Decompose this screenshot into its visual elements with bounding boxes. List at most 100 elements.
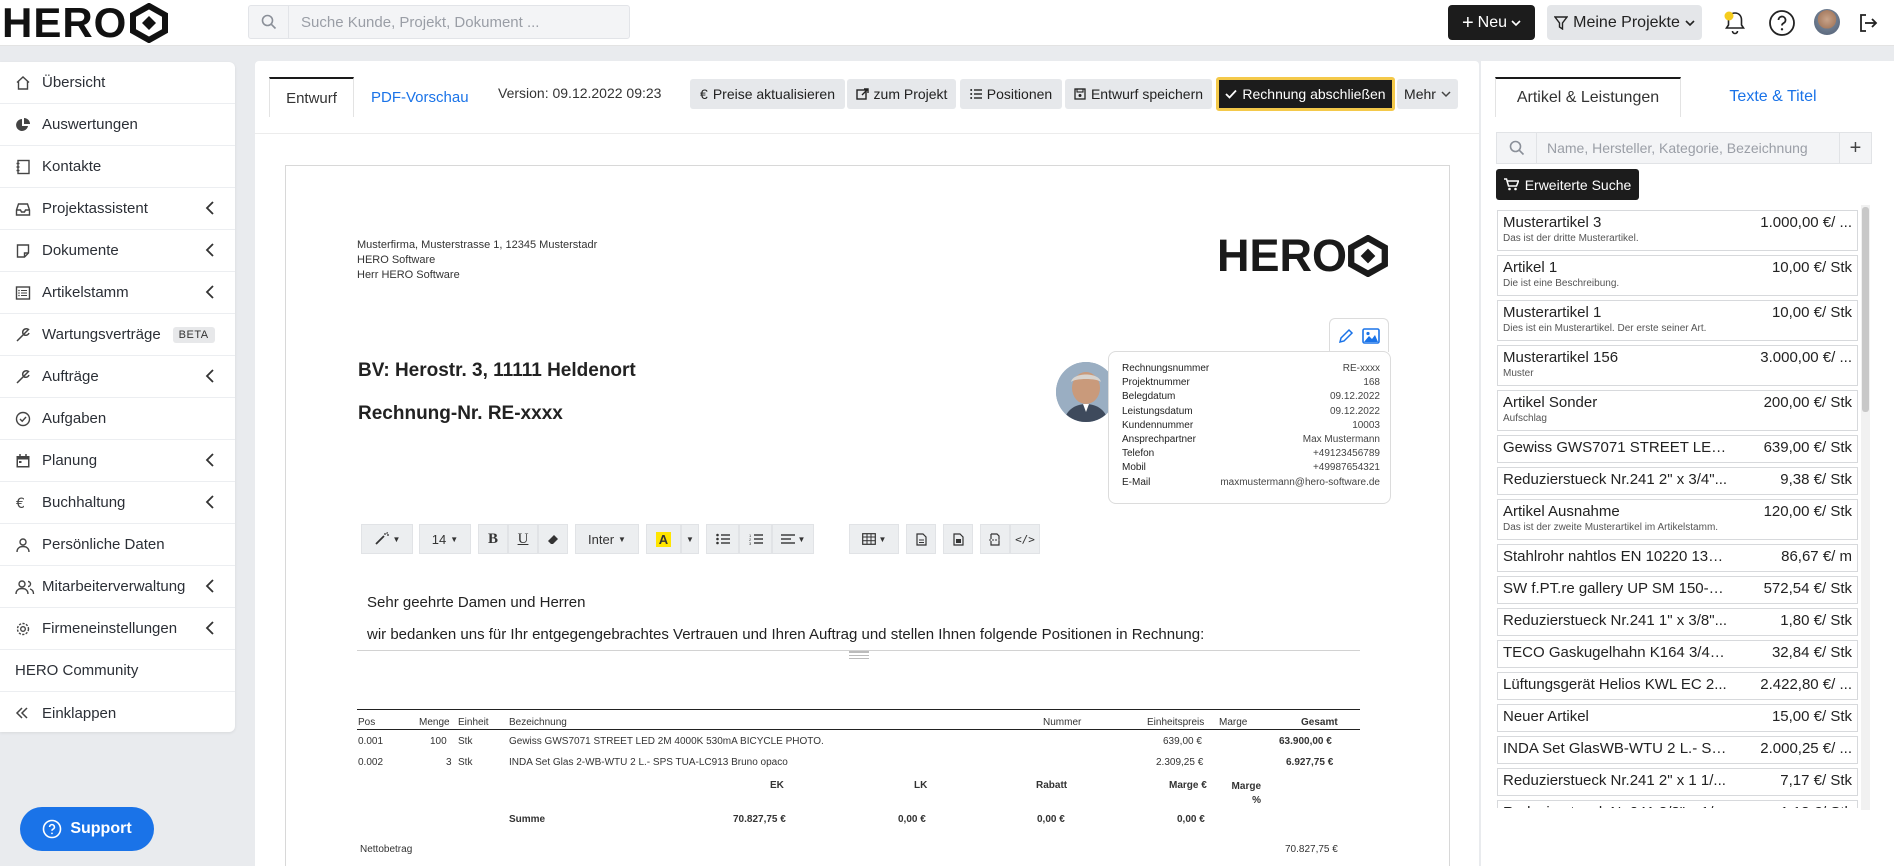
recipient-person: Herr HERO Software xyxy=(357,269,460,281)
double-chevron-left-icon xyxy=(15,706,37,720)
article-item[interactable]: Stahlrohr nahtlos EN 10220 139.... 86,67 … xyxy=(1497,544,1858,572)
help-icon[interactable] xyxy=(1767,8,1797,38)
font-size-select[interactable]: 14 ▼ xyxy=(419,524,471,554)
sidebar-item-wartungsverträge[interactable]: Wartungsverträge BETA xyxy=(0,314,235,356)
chevron-left-icon[interactable] xyxy=(205,579,215,597)
invoice-title[interactable]: Rechnung-Nr. RE-xxxx xyxy=(358,403,563,425)
article-row: Lüftungsgerät Helios KWL EC 2... 2.422,80… xyxy=(1503,676,1852,693)
eraser-button[interactable] xyxy=(538,524,568,554)
article-row: Reduzierstueck Nr.241 2" x 1 1/... 7,17 €… xyxy=(1503,772,1852,789)
global-search[interactable]: Suche Kunde, Projekt, Dokument ... xyxy=(248,5,630,39)
chevron-left-icon[interactable] xyxy=(205,243,215,261)
sidebar-item-dokumente[interactable]: Dokumente xyxy=(0,230,235,272)
sidebar-item-hero-community[interactable]: HERO Community xyxy=(0,650,235,692)
sidebar-item-kontakte[interactable]: Kontakte xyxy=(0,146,235,188)
page-break-button[interactable] xyxy=(980,524,1010,554)
sidebar-item-aufgaben[interactable]: Aufgaben xyxy=(0,398,235,440)
new-button-label: Neu xyxy=(1477,13,1508,31)
save-draft-button[interactable]: Entwurf speichern xyxy=(1065,79,1212,109)
article-item[interactable]: Musterartikel 156 3.000,00 €/ ... Muster xyxy=(1497,345,1858,386)
notifications-bell-icon[interactable] xyxy=(1720,8,1750,38)
scrollbar-thumb[interactable] xyxy=(1862,207,1869,412)
search-input[interactable]: Suche Kunde, Projekt, Dokument ... xyxy=(289,14,539,31)
finish-invoice-button[interactable]: Rechnung abschließen xyxy=(1216,77,1395,111)
article-item[interactable]: Musterartikel 1 10,00 €/ Stk Dies ist ein … xyxy=(1497,300,1858,341)
sidebar-item-übersicht[interactable]: Übersicht xyxy=(0,62,235,104)
hero-logo[interactable]: HERO xyxy=(2,0,169,46)
magic-style-button[interactable]: ▼ xyxy=(361,524,413,554)
underline-button[interactable]: U xyxy=(508,524,538,554)
code-icon: </> xyxy=(1015,532,1035,546)
sidebar-item-persönliche-daten[interactable]: Persönliche Daten xyxy=(0,524,235,566)
image-icon[interactable] xyxy=(1362,327,1380,344)
address-block[interactable]: Musterfirma, Musterstrasse 1, 12345 Must… xyxy=(357,238,597,283)
article-name: INDA Set GlasWB-WTU 2 L.- SP... xyxy=(1503,740,1728,757)
sidebar-item-artikelstamm[interactable]: Artikelstamm xyxy=(0,272,235,314)
info-row: Rechnungsnummer RE-xxxx xyxy=(1122,363,1380,377)
chevron-left-icon[interactable] xyxy=(205,621,215,639)
projects-filter-button[interactable]: Meine Projekte xyxy=(1547,5,1702,40)
more-button[interactable]: Mehr xyxy=(1397,79,1458,109)
article-description: Das ist der zweite Musterartikel im Arti… xyxy=(1503,522,1719,533)
insert-pdf-button[interactable] xyxy=(943,524,973,554)
sidebar-item-label: Artikelstamm xyxy=(42,284,129,301)
chevron-left-icon[interactable] xyxy=(205,285,215,303)
chevron-left-icon[interactable] xyxy=(205,369,215,387)
positions-button[interactable]: Positionen xyxy=(960,79,1062,109)
update-prices-button[interactable]: € Preise aktualisieren xyxy=(690,79,845,109)
insert-doc-button[interactable] xyxy=(906,524,936,554)
article-item[interactable]: TECO Gaskugelhahn K164 3/4" ... 32,84 €/ … xyxy=(1497,640,1858,668)
intro-text[interactable]: wir bedanken uns für Ihr entgegengebrach… xyxy=(367,626,1204,643)
new-button[interactable]: + Neu xyxy=(1448,5,1535,40)
chevron-left-icon[interactable] xyxy=(205,495,215,513)
sidebar-item-firmeneinstellungen[interactable]: Firmeneinstellungen xyxy=(0,608,235,650)
highlight-dropdown[interactable]: ▼ xyxy=(681,524,699,554)
chevron-left-icon[interactable] xyxy=(205,453,215,471)
align-select[interactable]: ▼ xyxy=(772,524,814,554)
user-avatar[interactable] xyxy=(1814,9,1840,35)
article-item[interactable]: Reduzierstueck Nr.241 2" x 1 1/... 7,17 €… xyxy=(1497,768,1858,796)
article-item[interactable]: Artikel 1 10,00 €/ Stk Die ist eine Beschr… xyxy=(1497,255,1858,296)
article-item[interactable]: Musterartikel 3 1.000,00 €/ ... Das ist de… xyxy=(1497,210,1858,251)
table-insert-select[interactable]: ▼ xyxy=(849,524,899,554)
row1-einheit: Stk xyxy=(458,736,473,747)
support-button[interactable]: Support xyxy=(20,807,154,851)
sidebar-item-mitarbeiterverwaltung[interactable]: Mitarbeiterverwaltung xyxy=(0,566,235,608)
tab-pdf-vorschau[interactable]: PDF-Vorschau xyxy=(371,77,469,117)
article-item[interactable]: SW f.PT.re gallery UP SM 150-8... 572,54 … xyxy=(1497,576,1858,604)
article-item[interactable]: Artikel Ausnahme 120,00 €/ Stk Das ist der… xyxy=(1497,499,1858,540)
sidebar-item-auswertungen[interactable]: Auswertungen xyxy=(0,104,235,146)
sidebar-item-buchhaltung[interactable]: € Buchhaltung xyxy=(0,482,235,524)
code-view-button[interactable]: </> xyxy=(1010,524,1040,554)
article-item[interactable]: Reduzierstueck Nr.241 1" x 3/8"... 1,80 €… xyxy=(1497,608,1858,636)
logout-icon[interactable] xyxy=(1853,8,1883,38)
table-icon xyxy=(861,533,876,545)
info-label: Leistungsdatum xyxy=(1122,405,1193,417)
bullet-list-button[interactable] xyxy=(706,524,739,554)
article-item[interactable]: Artikel Sonder 200,00 €/ Stk Aufschlag xyxy=(1497,390,1858,431)
ordered-list-button[interactable]: 123 xyxy=(739,524,772,554)
chevron-left-icon[interactable] xyxy=(205,201,215,219)
resize-handle[interactable] xyxy=(849,651,869,659)
invoice-info-box[interactable]: Rechnungsnummer RE-xxxx Projektnummer 168 Be… xyxy=(1108,351,1391,504)
sidebar-item-aufträge[interactable]: Aufträge xyxy=(0,356,235,398)
row1-gesamt: 63.900,00 € xyxy=(1279,736,1332,747)
article-item[interactable]: Reduzierstueck Nr.241 2" x 3/4"... 9,38 €… xyxy=(1497,467,1858,495)
article-list-scrollbar[interactable] xyxy=(1861,205,1870,810)
article-item[interactable]: Reduzierstueck Nr.241 3/8" x 1/... 1,13 €… xyxy=(1497,800,1858,808)
pencil-icon[interactable] xyxy=(1338,328,1354,344)
sidebar-item-projektassistent[interactable]: Projektassistent xyxy=(0,188,235,230)
tab-entwurf[interactable]: Entwurf xyxy=(269,77,354,117)
to-project-button[interactable]: zum Projekt xyxy=(847,79,956,109)
article-item[interactable]: INDA Set GlasWB-WTU 2 L.- SP... 2.000,25 … xyxy=(1497,736,1858,764)
greeting-text[interactable]: Sehr geehrte Damen und Herren xyxy=(367,594,585,611)
bv-heading[interactable]: BV: Herostr. 3, 11111 Heldenort xyxy=(358,360,636,382)
highlight-button[interactable]: A xyxy=(646,524,681,554)
bold-button[interactable]: B xyxy=(478,524,508,554)
article-item[interactable]: Gewiss GWS7071 STREET LED ... 639,00 €/ S… xyxy=(1497,435,1858,463)
font-family-select[interactable]: Inter ▼ xyxy=(575,524,639,554)
sidebar-item-einklappen[interactable]: Einklappen xyxy=(0,692,235,734)
sidebar-item-planung[interactable]: Planung xyxy=(0,440,235,482)
article-item[interactable]: Neuer Artikel 15,00 €/ Stk xyxy=(1497,704,1858,732)
article-item[interactable]: Lüftungsgerät Helios KWL EC 2... 2.422,80… xyxy=(1497,672,1858,700)
